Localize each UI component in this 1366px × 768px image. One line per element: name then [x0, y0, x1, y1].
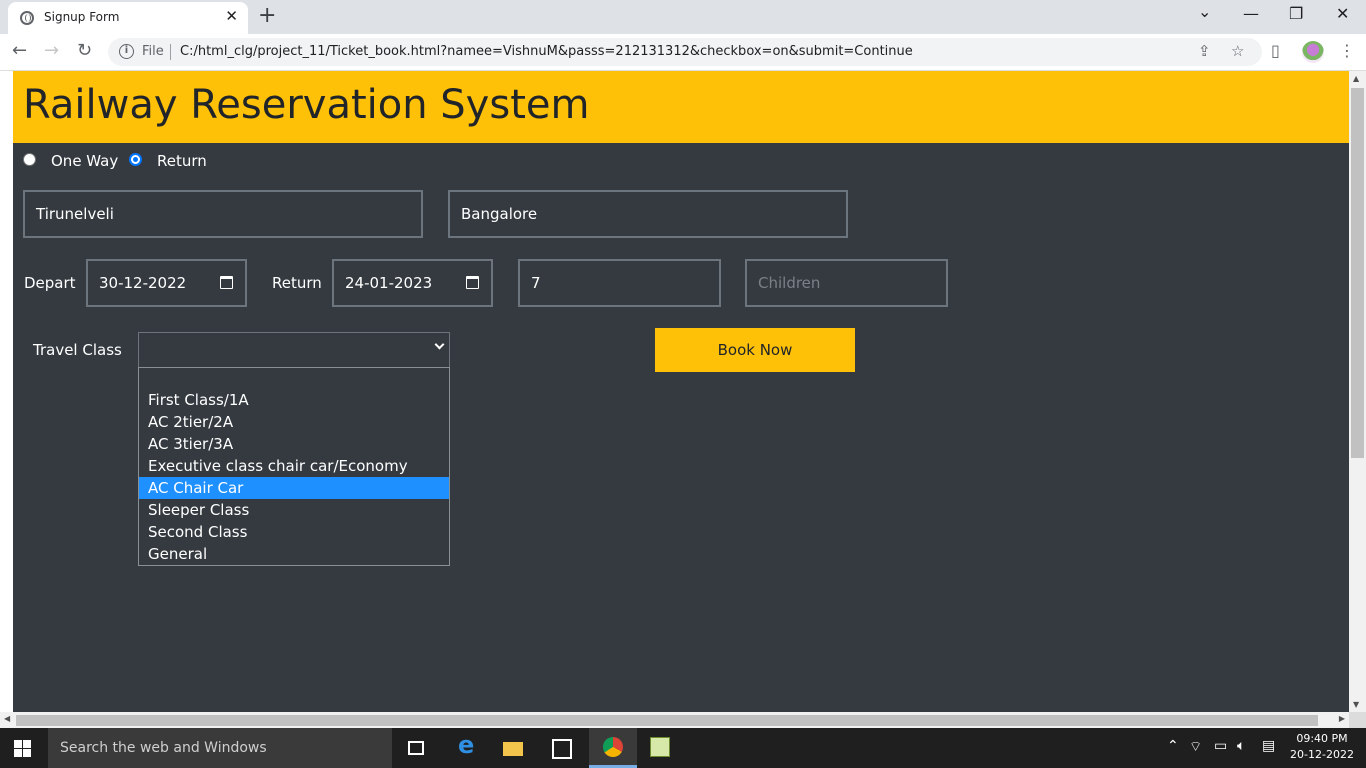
volume-icon[interactable]: 🔈︎ — [1237, 738, 1245, 754]
dropdown-option[interactable]: Executive class chair car/Economy Class — [139, 455, 449, 497]
tab-signup-form[interactable]: Signup Form ✕ — [8, 2, 248, 34]
dropdown-option-highlighted[interactable]: AC Chair Car — [139, 477, 449, 499]
vertical-scrollbar[interactable]: ▲ ▼ — [1349, 71, 1366, 712]
dropdown-option[interactable]: AC 3tier/3A — [139, 433, 449, 455]
task-view-icon[interactable] — [394, 728, 438, 768]
clock-time: 09:40 PM — [1296, 732, 1348, 745]
edge-icon[interactable]: e — [444, 728, 488, 768]
info-icon[interactable]: i — [119, 44, 134, 59]
calendar-icon[interactable] — [466, 276, 479, 289]
scroll-up-icon[interactable]: ▲ — [1353, 74, 1359, 83]
scroll-corner — [1349, 712, 1366, 728]
children-input[interactable]: Children — [745, 259, 948, 307]
forward-icon[interactable]: → — [44, 40, 59, 61]
depart-label: Depart — [24, 274, 76, 292]
to-input[interactable]: Bangalore — [448, 190, 848, 238]
chrome-icon[interactable] — [589, 728, 637, 768]
page-header: Railway Reservation System — [13, 71, 1349, 143]
taskbar-search[interactable]: Search the web and Windows — [48, 728, 392, 768]
depart-date-input[interactable]: 30-12-2022 — [86, 259, 247, 307]
reload-icon[interactable]: ↻ — [77, 40, 92, 61]
taskbar-search-placeholder: Search the web and Windows — [60, 740, 267, 756]
back-icon[interactable]: ← — [12, 40, 27, 61]
file-explorer-icon[interactable] — [491, 728, 535, 768]
store-icon[interactable] — [540, 728, 584, 768]
horizontal-scrollbar[interactable]: ◀ ▶ — [0, 712, 1349, 728]
bookmark-star-icon[interactable]: ☆ — [1231, 42, 1244, 60]
dropdown-option[interactable]: AC 2tier/2A — [139, 411, 449, 433]
page-content: Railway Reservation System One Way Retur… — [13, 71, 1349, 712]
chevron-up-icon[interactable]: ⌃ — [1167, 738, 1179, 754]
tab-close-icon[interactable]: ✕ — [225, 7, 238, 25]
scroll-thumb[interactable] — [1351, 88, 1364, 458]
tab-search-icon[interactable]: ⌄ — [1198, 2, 1211, 21]
battery-icon[interactable]: ▭ — [1214, 738, 1227, 754]
url-scheme-label: File — [142, 44, 164, 59]
menu-kebab-icon[interactable]: ⋮ — [1339, 41, 1355, 60]
scroll-down-icon[interactable]: ▼ — [1353, 700, 1359, 709]
profile-avatar[interactable] — [1302, 41, 1324, 63]
address-bar[interactable]: i File C:/html_clg/project_11/Ticket_boo… — [108, 38, 1262, 66]
minimize-button[interactable]: — — [1243, 4, 1259, 23]
depart-date-value: 30-12-2022 — [99, 274, 187, 292]
travel-class-label: Travel Class — [33, 341, 122, 359]
globe-icon — [20, 11, 34, 25]
calendar-icon[interactable] — [220, 276, 233, 289]
return-radio[interactable] — [129, 153, 142, 166]
one-way-label: One Way — [51, 152, 119, 170]
scroll-thumb[interactable] — [16, 715, 1318, 726]
return-date-label: Return — [272, 274, 322, 292]
restore-button[interactable]: ❐ — [1289, 4, 1303, 23]
close-window-button[interactable]: ✕ — [1336, 4, 1349, 23]
return-date-value: 24-01-2023 — [345, 274, 433, 292]
taskbar: Search the web and Windows e ⌃ ⌔ ▭ 🔈︎ ▤ … — [0, 728, 1366, 768]
browser-toolbar: ← → ↻ i File C:/html_clg/project_11/Tick… — [0, 34, 1366, 71]
share-icon[interactable]: ⇪ — [1198, 42, 1211, 60]
taskbar-clock[interactable]: 09:40 PM 20-12-2022 — [1290, 731, 1354, 763]
side-panel-icon[interactable]: ▯ — [1271, 41, 1280, 60]
dropdown-option[interactable]: Second Class — [139, 521, 449, 543]
new-tab-button[interactable]: + — [258, 3, 276, 28]
dropdown-option[interactable]: General — [139, 543, 449, 565]
book-now-button[interactable]: Book Now — [655, 328, 855, 372]
url-separator — [170, 44, 171, 60]
notepad-icon[interactable] — [638, 728, 682, 768]
return-date-input[interactable]: 24-01-2023 — [332, 259, 493, 307]
tab-title: Signup Form — [44, 10, 120, 24]
return-label: Return — [157, 152, 207, 170]
notification-icon[interactable]: ▤ — [1262, 738, 1275, 754]
one-way-radio[interactable] — [23, 153, 36, 166]
from-input[interactable]: Tirunelveli — [23, 190, 423, 238]
page-title: Railway Reservation System — [23, 82, 590, 128]
select-current-value — [139, 339, 449, 361]
adults-input[interactable]: 7 — [518, 259, 721, 307]
viewport: Railway Reservation System One Way Retur… — [0, 71, 1366, 712]
url-text[interactable]: C:/html_clg/project_11/Ticket_book.html?… — [180, 44, 913, 59]
dropdown-option[interactable]: Sleeper Class — [139, 499, 449, 521]
wifi-icon[interactable]: ⌔ — [1189, 738, 1202, 756]
travel-class-dropdown[interactable]: First Class/1A AC 2tier/2A AC 3tier/3A E… — [138, 367, 450, 566]
tab-strip: Signup Form ✕ + ⌄ — ❐ ✕ — [0, 0, 1366, 34]
dropdown-option[interactable]: First Class/1A — [139, 389, 449, 411]
clock-date: 20-12-2022 — [1290, 748, 1354, 761]
scroll-left-icon[interactable]: ◀ — [4, 714, 10, 723]
travel-class-select[interactable] — [138, 332, 450, 368]
windows-start-icon[interactable] — [14, 740, 32, 758]
scroll-right-icon[interactable]: ▶ — [1339, 714, 1345, 723]
